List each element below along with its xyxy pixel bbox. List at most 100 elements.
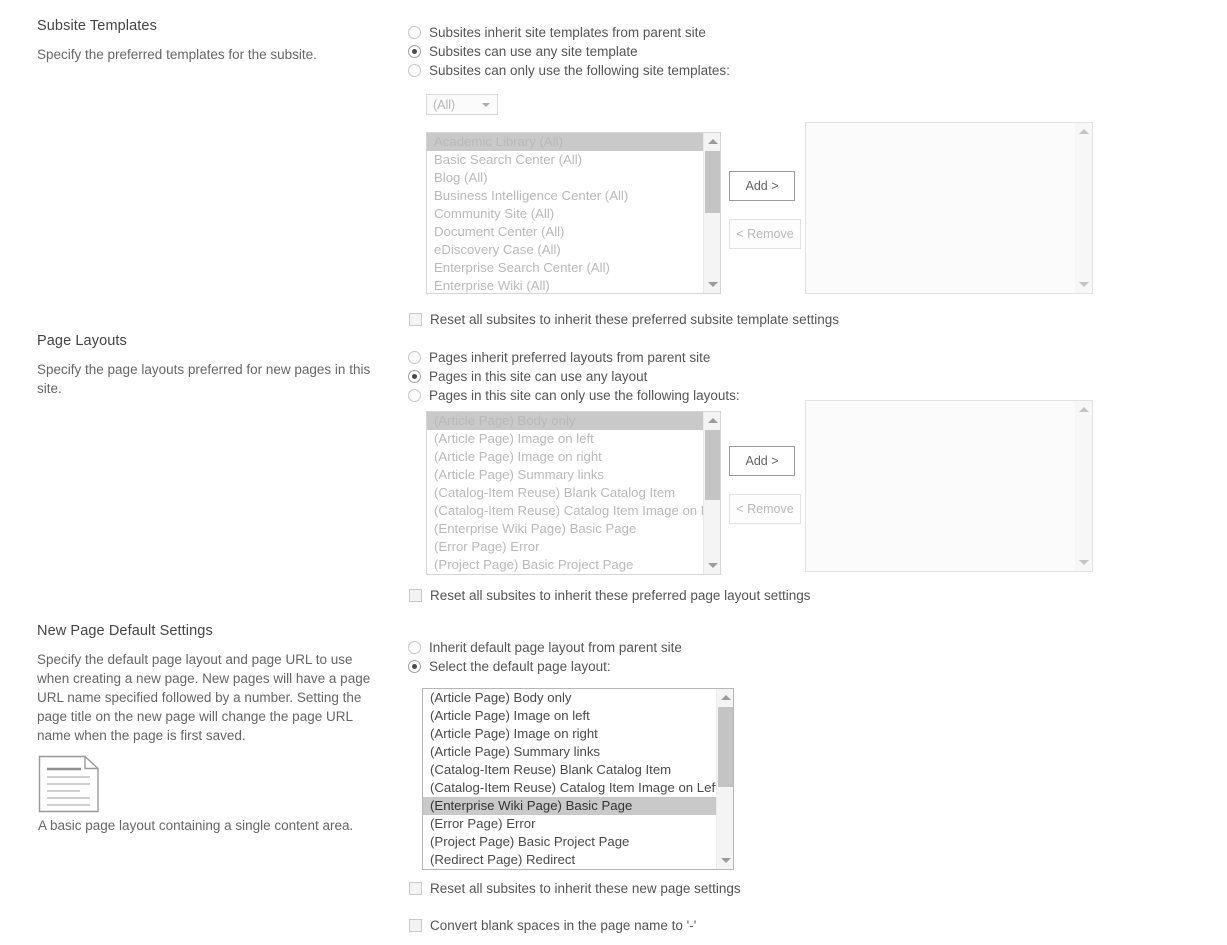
radio-subsites-only-following[interactable]: Subsites can only use the following site… bbox=[408, 61, 730, 80]
reset-page-layout-settings-checkbox-row[interactable]: Reset all subsites to inherit these pref… bbox=[409, 588, 810, 603]
available-page-layouts-list[interactable]: (Article Page) Body only (Article Page) … bbox=[426, 411, 721, 575]
convert-blank-spaces-checkbox-row[interactable]: Convert blank spaces in the page name to… bbox=[409, 918, 696, 933]
site-template-category-value: (All) bbox=[433, 97, 456, 112]
list-item[interactable]: (Catalog-Item Reuse) Blank Catalog Item bbox=[427, 484, 703, 502]
radio-pages-inherit[interactable]: Pages inherit preferred layouts from par… bbox=[408, 348, 740, 367]
list-item[interactable]: Blog (All) bbox=[427, 169, 703, 187]
list-item[interactable]: (Project Page) Basic Project Page bbox=[427, 556, 703, 574]
list-item[interactable]: Academic Library (All) bbox=[427, 133, 703, 151]
checkbox-icon-reset-page-layouts[interactable] bbox=[409, 589, 422, 602]
list-item[interactable]: (Article Page) Body only bbox=[427, 412, 703, 430]
available-site-templates-items: Academic Library (All) Basic Search Cent… bbox=[427, 133, 703, 293]
list-item[interactable]: (Article Page) Image on left bbox=[427, 430, 703, 448]
available-site-templates-list[interactable]: Academic Library (All) Basic Search Cent… bbox=[426, 132, 721, 294]
scrollbar-available-page-layouts[interactable] bbox=[703, 412, 720, 574]
list-item[interactable]: (Project Page) Basic Project Page bbox=[423, 833, 716, 851]
default-page-layout-list[interactable]: (Article Page) Body only (Article Page) … bbox=[422, 688, 734, 870]
scroll-up-icon[interactable] bbox=[704, 133, 720, 150]
radio-subsites-any-template[interactable]: Subsites can use any site template bbox=[408, 42, 730, 61]
list-item[interactable]: Enterprise Search Center (All) bbox=[427, 259, 703, 277]
checkbox-icon-convert-blank-spaces[interactable] bbox=[409, 919, 422, 932]
scroll-up-icon[interactable] bbox=[704, 412, 720, 429]
add-button[interactable]: Add > bbox=[729, 171, 795, 201]
reset-subsite-template-settings-checkbox-row[interactable]: Reset all subsites to inherit these pref… bbox=[409, 312, 839, 327]
selected-page-layouts-list[interactable] bbox=[805, 400, 1093, 572]
list-item[interactable]: (Error Page) Error bbox=[427, 538, 703, 556]
available-page-layouts-items: (Article Page) Body only (Article Page) … bbox=[427, 412, 703, 574]
list-item[interactable]: (Catalog-Item Reuse) Catalog Item Image … bbox=[427, 502, 703, 520]
scroll-up-icon[interactable] bbox=[1075, 123, 1092, 140]
checkbox-icon-reset-new-page-settings[interactable] bbox=[409, 882, 422, 895]
scroll-down-icon[interactable] bbox=[1075, 554, 1092, 571]
list-item[interactable]: Business Intelligence Center (All) bbox=[427, 187, 703, 205]
scroll-up-icon[interactable] bbox=[717, 689, 733, 706]
list-item[interactable]: (Article Page) Summary links bbox=[423, 743, 716, 761]
scroll-down-icon[interactable] bbox=[704, 276, 720, 293]
subsite-templates-controls: Subsites inherit site templates from par… bbox=[408, 23, 1093, 327]
remove-button-label: < Remove bbox=[736, 227, 794, 241]
scrollbar-thumb[interactable] bbox=[705, 430, 720, 500]
list-item[interactable]: (Article Page) Image on left bbox=[423, 707, 716, 725]
site-template-category-dropdown[interactable]: (All) bbox=[426, 94, 498, 115]
radio-inherit-default-layout[interactable]: Inherit default page layout from parent … bbox=[408, 638, 682, 657]
scroll-down-icon[interactable] bbox=[717, 852, 733, 869]
list-item[interactable]: (Catalog-Item Reuse) Catalog Item Image … bbox=[423, 779, 716, 797]
radio-select-default-layout[interactable]: Select the default page layout: bbox=[408, 657, 682, 676]
list-item[interactable]: (Article Page) Image on right bbox=[423, 725, 716, 743]
radio-icon-pages-inherit[interactable] bbox=[408, 351, 421, 364]
radio-label-inherit-default-layout: Inherit default page layout from parent … bbox=[429, 640, 682, 655]
list-item[interactable]: (Redirect Page) Redirect bbox=[423, 851, 716, 869]
checkbox-icon-reset-subsite-templates[interactable] bbox=[409, 313, 422, 326]
scrollbar-selected-site-templates[interactable] bbox=[1075, 123, 1092, 293]
selected-site-templates-list[interactable] bbox=[805, 122, 1093, 294]
radio-icon-select-default-layout[interactable] bbox=[408, 660, 421, 673]
radio-label-subsites-any-template: Subsites can use any site template bbox=[429, 44, 638, 59]
list-item[interactable]: (Enterprise Wiki Page) Basic Page bbox=[423, 797, 716, 815]
list-item[interactable]: (Article Page) Body only bbox=[423, 689, 716, 707]
page-title-page-layouts: Page Layouts bbox=[37, 333, 127, 349]
chevron-down-icon bbox=[482, 103, 490, 107]
radio-icon-subsites-only-following[interactable] bbox=[408, 64, 421, 77]
remove-button[interactable]: < Remove bbox=[729, 494, 801, 524]
settings-page: Subsite Templates Specify the preferred … bbox=[0, 0, 1227, 945]
list-item[interactable]: (Article Page) Image on right bbox=[427, 448, 703, 466]
list-item[interactable]: Community Site (All) bbox=[427, 205, 703, 223]
scrollbar-thumb[interactable] bbox=[705, 151, 720, 213]
page-title-new-page-default-settings: New Page Default Settings bbox=[37, 623, 213, 639]
radio-icon-subsites-inherit[interactable] bbox=[408, 26, 421, 39]
list-item[interactable]: (Enterprise Wiki Page) Basic Page bbox=[427, 520, 703, 538]
reset-new-page-settings-checkbox-row[interactable]: Reset all subsites to inherit these new … bbox=[409, 881, 741, 896]
radio-subsites-inherit[interactable]: Subsites inherit site templates from par… bbox=[408, 23, 730, 42]
radio-label-subsites-inherit: Subsites inherit site templates from par… bbox=[429, 25, 706, 40]
add-button-label: Add > bbox=[745, 454, 779, 468]
radio-label-subsites-only-following: Subsites can only use the following site… bbox=[429, 63, 730, 78]
reset-new-page-settings-label: Reset all subsites to inherit these new … bbox=[430, 881, 741, 896]
scroll-down-icon[interactable] bbox=[704, 557, 720, 574]
scroll-down-icon[interactable] bbox=[1075, 276, 1092, 293]
scrollbar-available-site-templates[interactable] bbox=[703, 133, 720, 293]
list-item[interactable]: (Error Page) Error bbox=[423, 815, 716, 833]
scrollbar-thumb[interactable] bbox=[718, 707, 733, 787]
scroll-up-icon[interactable] bbox=[1075, 401, 1092, 418]
radio-icon-pages-any-layout[interactable] bbox=[408, 370, 421, 383]
radio-icon-subsites-any-template[interactable] bbox=[408, 45, 421, 58]
radio-pages-any-layout[interactable]: Pages in this site can use any layout bbox=[408, 367, 740, 386]
default-page-layout-items: (Article Page) Body only (Article Page) … bbox=[423, 689, 716, 869]
radio-icon-inherit-default-layout[interactable] bbox=[408, 641, 421, 654]
radio-pages-only-following[interactable]: Pages in this site can only use the foll… bbox=[408, 386, 740, 405]
list-item[interactable]: Enterprise Wiki (All) bbox=[427, 277, 703, 293]
new-page-description-column: New Page Default Settings Specify the de… bbox=[37, 623, 397, 833]
list-item[interactable]: (Catalog-Item Reuse) Blank Catalog Item bbox=[423, 761, 716, 779]
add-button[interactable]: Add > bbox=[729, 446, 795, 476]
radio-icon-pages-only-following[interactable] bbox=[408, 389, 421, 402]
remove-button[interactable]: < Remove bbox=[729, 219, 801, 249]
list-item[interactable]: Basic Search Center (All) bbox=[427, 151, 703, 169]
page-layout-thumbnail-icon bbox=[38, 755, 99, 813]
new-page-controls: Inherit default page layout from parent … bbox=[408, 638, 741, 933]
radio-label-pages-any-layout: Pages in this site can use any layout bbox=[429, 369, 648, 384]
list-item[interactable]: Document Center (All) bbox=[427, 223, 703, 241]
scrollbar-selected-page-layouts[interactable] bbox=[1075, 401, 1092, 571]
list-item[interactable]: eDiscovery Case (All) bbox=[427, 241, 703, 259]
list-item[interactable]: (Article Page) Summary links bbox=[427, 466, 703, 484]
scrollbar-default-page-layout[interactable] bbox=[716, 689, 733, 869]
